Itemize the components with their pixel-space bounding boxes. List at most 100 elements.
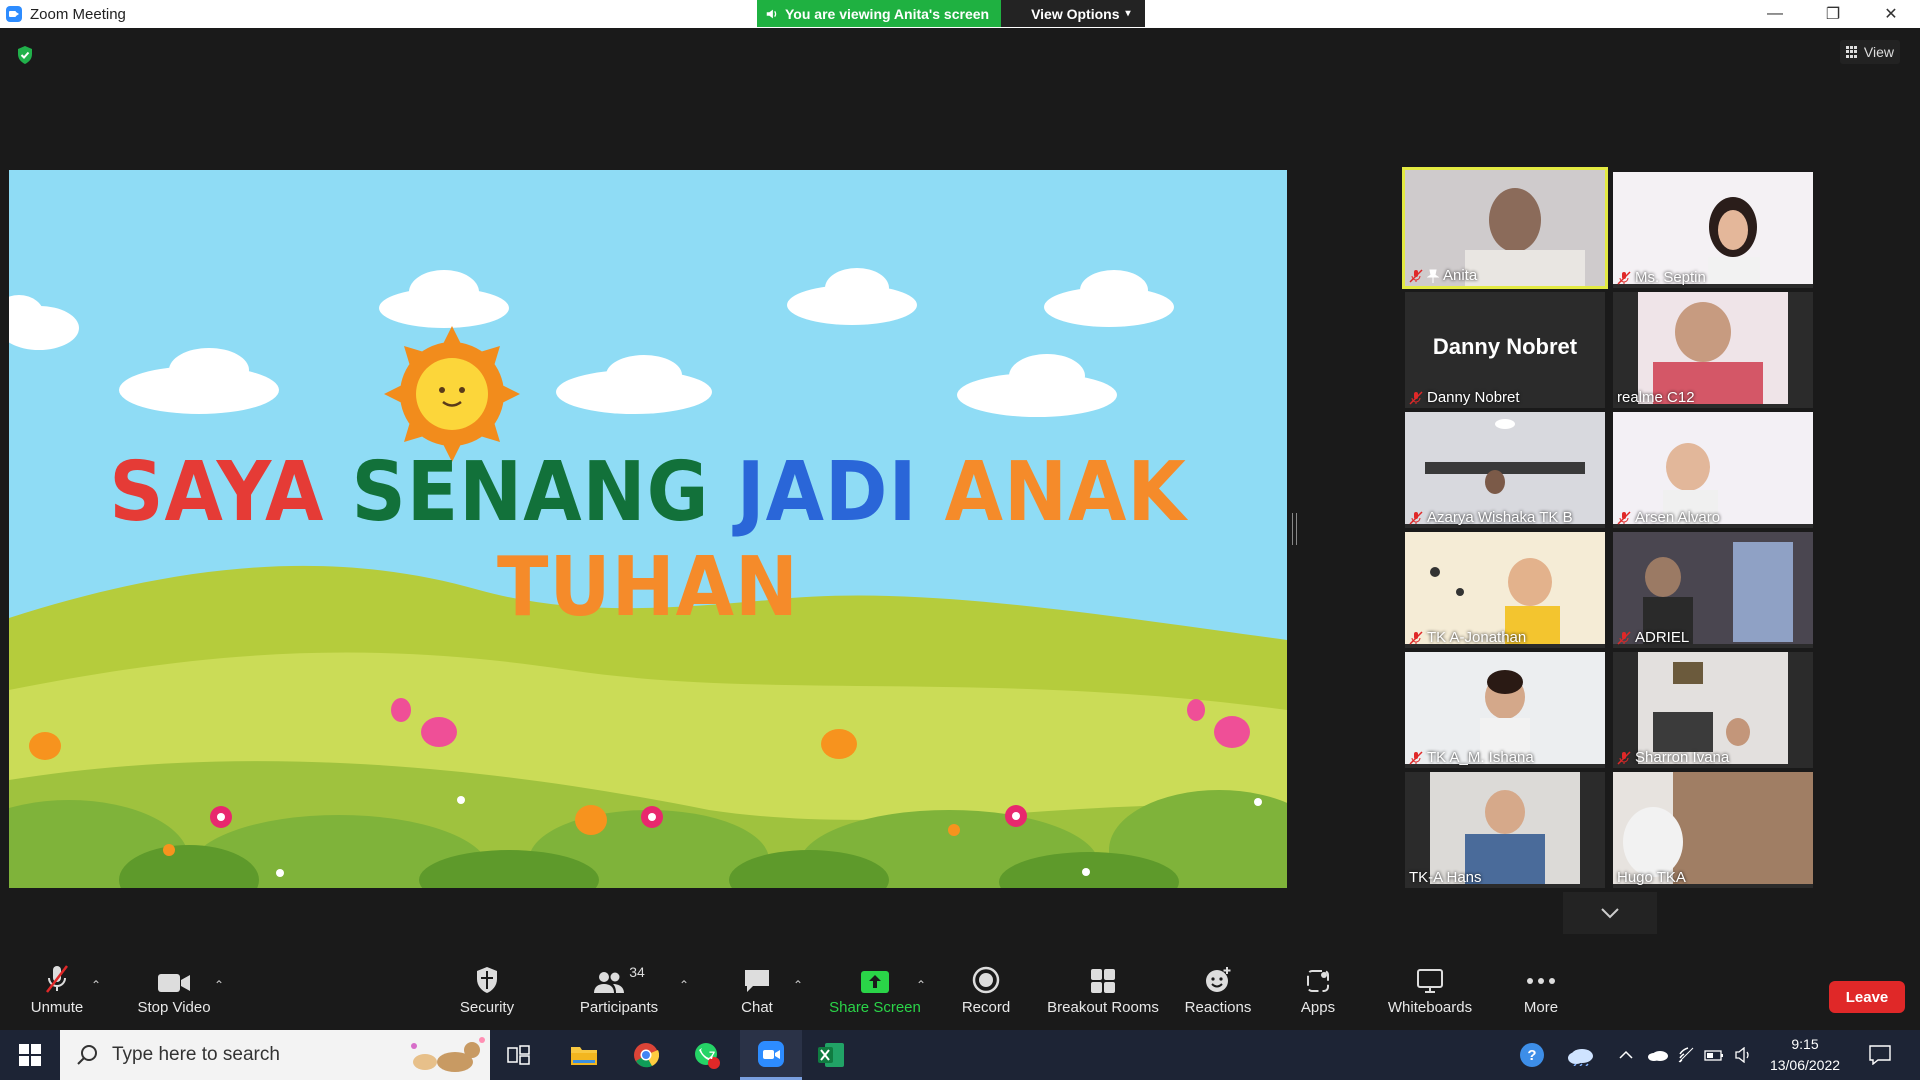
- participant-video: [1613, 772, 1813, 884]
- more-button[interactable]: More: [1486, 960, 1596, 1028]
- battery-tray-icon[interactable]: [1702, 1030, 1726, 1080]
- participants-button[interactable]: 34 Participants: [564, 960, 674, 1028]
- show-hidden-icons-button[interactable]: [1614, 1030, 1638, 1080]
- breakout-rooms-icon: [1091, 969, 1115, 993]
- whiteboards-button[interactable]: Whiteboards: [1375, 960, 1485, 1028]
- participant-name: Hugo TKA: [1617, 869, 1686, 886]
- notification-icon: [1869, 1045, 1891, 1065]
- gallery-scroll-down-button[interactable]: [1563, 892, 1657, 934]
- view-button[interactable]: View: [1839, 40, 1900, 64]
- notifications-button[interactable]: [1865, 1030, 1895, 1080]
- record-button[interactable]: Record: [931, 960, 1041, 1028]
- wifi-tray-icon[interactable]: [1675, 1030, 1699, 1080]
- title-bar: Zoom Meeting You are viewing Anita's scr…: [0, 0, 1920, 28]
- mic-muted-icon: [1617, 750, 1631, 765]
- participant-name: Sharron Ivana: [1635, 749, 1730, 766]
- participant-tile[interactable]: TK-A Hans: [1405, 772, 1605, 888]
- search-placeholder: Type here to search: [112, 1044, 280, 1065]
- reactions-label: Reactions: [1184, 999, 1252, 1016]
- mic-muted-icon: [1409, 750, 1423, 765]
- start-button[interactable]: [0, 1030, 60, 1080]
- view-options-button[interactable]: View Options ▾: [1001, 0, 1145, 27]
- chevron-up-icon: [1619, 1050, 1633, 1059]
- volume-tray-icon[interactable]: [1732, 1030, 1756, 1080]
- participant-tile[interactable]: Arsen Alvaro: [1613, 412, 1813, 528]
- apps-button[interactable]: Apps: [1263, 960, 1373, 1028]
- participant-tile[interactable]: TK A-Jonathan: [1405, 532, 1605, 648]
- participant-tile[interactable]: realme C12: [1613, 292, 1813, 408]
- cloud-icon: [1568, 1049, 1593, 1066]
- participant-tile[interactable]: Sharron Ivana: [1613, 652, 1813, 768]
- share-screen-button[interactable]: Share Screen: [820, 960, 930, 1028]
- close-button[interactable]: ✕: [1862, 0, 1920, 28]
- chat-button[interactable]: Chat: [702, 960, 812, 1028]
- audio-options-caret[interactable]: ⌃: [91, 978, 101, 992]
- apps-icon: [1307, 970, 1329, 992]
- grid-icon: [1845, 46, 1858, 58]
- participant-tile[interactable]: Anita: [1402, 167, 1608, 289]
- share-options-caret[interactable]: ⌃: [916, 978, 926, 992]
- video-options-caret[interactable]: ⌃: [214, 978, 224, 992]
- clock-date: 13/06/2022: [1769, 1057, 1841, 1073]
- help-tray-icon[interactable]: ?: [1515, 1030, 1549, 1080]
- onedrive-tray-icon[interactable]: [1645, 1030, 1671, 1080]
- participant-video: [1613, 532, 1813, 644]
- weather-tray-icon[interactable]: [1564, 1030, 1598, 1080]
- mic-muted-icon: [1409, 268, 1423, 283]
- slide-word-2: SENANG: [351, 445, 710, 540]
- participant-name: Anita: [1443, 267, 1478, 284]
- slide-word-3: JADI: [736, 445, 918, 540]
- excel-icon: [818, 1043, 844, 1067]
- security-button[interactable]: Security: [432, 960, 542, 1028]
- participant-tile[interactable]: ADRIEL: [1613, 532, 1813, 648]
- taskbar-clock[interactable]: 9:15 13/06/2022: [1765, 1034, 1845, 1076]
- breakout-rooms-button[interactable]: Breakout Rooms: [1043, 960, 1163, 1028]
- mic-muted-icon: [1409, 510, 1423, 525]
- participant-tile[interactable]: Danny Nobret Danny Nobret: [1405, 292, 1605, 408]
- participant-video: [1405, 532, 1605, 644]
- participants-options-caret[interactable]: ⌃: [679, 978, 689, 992]
- mic-muted-icon: [1409, 630, 1423, 645]
- windows-logo-icon: [19, 1044, 41, 1066]
- more-dots-icon: [1527, 978, 1555, 984]
- chevron-down-icon: ▾: [1125, 8, 1131, 19]
- task-view-button[interactable]: [490, 1030, 548, 1080]
- whatsapp-button[interactable]: 7: [678, 1030, 736, 1080]
- whiteboard-icon: [1417, 969, 1443, 993]
- participant-name: Arsen Alvaro: [1635, 509, 1721, 526]
- video-camera-icon: [158, 974, 190, 992]
- shield-icon: [477, 967, 497, 993]
- file-explorer-button[interactable]: [555, 1030, 613, 1080]
- record-icon: [972, 966, 1000, 994]
- participants-label: Participants: [579, 999, 659, 1016]
- participant-tile[interactable]: TK A_M. Ishana: [1405, 652, 1605, 768]
- meeting-toolbar: Unmute ⌃ Stop Video ⌃ Security 34 Partic…: [0, 960, 1920, 1028]
- panel-splitter[interactable]: [1292, 513, 1297, 545]
- participant-tile[interactable]: Azarya Wishaka TK B: [1405, 412, 1605, 528]
- reactions-button[interactable]: Reactions: [1163, 960, 1273, 1028]
- view-label: View: [1863, 44, 1894, 60]
- folder-icon: [571, 1047, 597, 1065]
- zoom-taskbar-button[interactable]: [740, 1030, 802, 1080]
- share-screen-icon: [861, 971, 889, 993]
- onedrive-cloud-icon: [1648, 1051, 1668, 1061]
- taskbar-search[interactable]: Type here to search: [60, 1030, 490, 1080]
- slide-title: SAYA SENANG JADI ANAK TUHAN: [60, 445, 1236, 635]
- leave-button[interactable]: Leave: [1829, 981, 1905, 1013]
- minimize-button[interactable]: —: [1746, 0, 1804, 28]
- participants-icon: [594, 972, 625, 993]
- unmute-button[interactable]: Unmute: [2, 960, 112, 1028]
- excel-button[interactable]: [802, 1030, 860, 1080]
- whiteboards-label: Whiteboards: [1387, 999, 1473, 1016]
- chat-options-caret[interactable]: ⌃: [793, 978, 803, 992]
- chrome-button[interactable]: [617, 1030, 675, 1080]
- stop-video-button[interactable]: Stop Video: [119, 960, 229, 1028]
- speaker-icon: [766, 9, 777, 18]
- participant-video: [1405, 652, 1605, 764]
- mic-muted-icon: [46, 965, 68, 993]
- participant-tile[interactable]: Ms. Septin: [1613, 172, 1813, 288]
- restore-button[interactable]: ❐: [1804, 0, 1862, 28]
- encryption-shield-icon[interactable]: [15, 45, 35, 65]
- participant-tile[interactable]: Hugo TKA: [1613, 772, 1813, 888]
- chrome-icon: [634, 1043, 659, 1068]
